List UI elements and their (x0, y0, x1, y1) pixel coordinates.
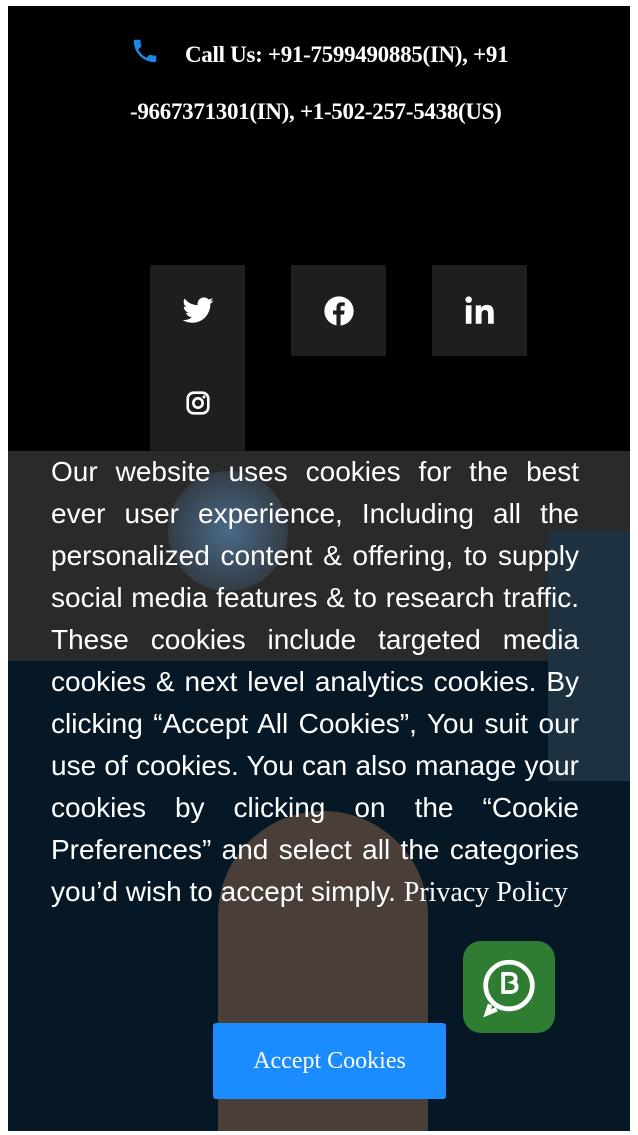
whatsapp-business-icon (463, 941, 555, 1033)
phone-icon (133, 39, 157, 63)
footer-contact-area: Call Us: +91-7599490885(IN), +91-9667371… (8, 6, 630, 451)
linkedin-icon (464, 295, 494, 324)
privacy-policy-link[interactable]: Privacy Policy (404, 877, 568, 908)
instagram-button[interactable] (150, 356, 245, 451)
twitter-icon (181, 296, 214, 323)
cookie-message: Our website uses cookies for the best ev… (51, 451, 579, 914)
call-us-label: Call Us: (185, 42, 263, 67)
facebook-icon (323, 295, 354, 326)
page: Call Us: +91-7599490885(IN), +91-9667371… (8, 6, 630, 1131)
accept-cookies-button[interactable]: Accept Cookies (213, 1023, 446, 1099)
contact-info: Call Us: +91-7599490885(IN), +91-9667371… (130, 26, 510, 140)
facebook-button[interactable] (291, 265, 386, 356)
cookie-message-text: Our website uses cookies for the best ev… (51, 456, 579, 907)
twitter-button[interactable] (150, 265, 245, 356)
contact-text: Call Us: +91-7599490885(IN), +91-9667371… (130, 26, 510, 140)
instagram-icon (185, 391, 210, 415)
linkedin-button[interactable] (432, 265, 527, 356)
